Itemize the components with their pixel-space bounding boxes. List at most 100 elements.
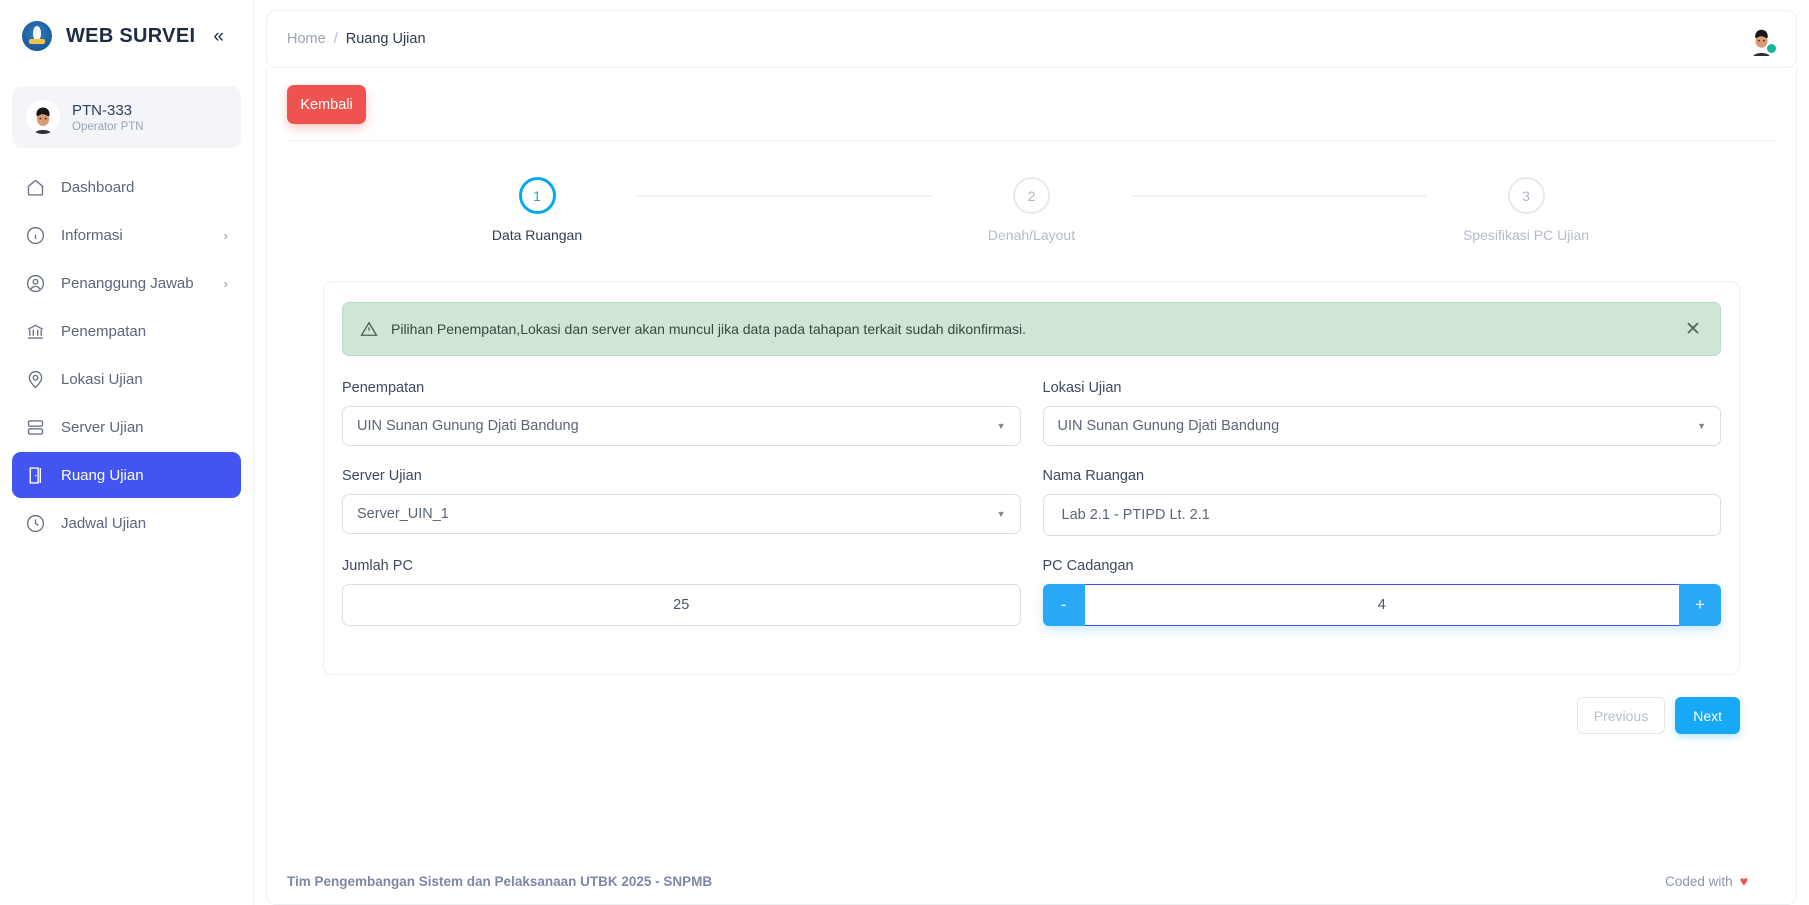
sidebar-item-ruang-ujian[interactable]: Ruang Ujian bbox=[12, 452, 241, 498]
chevron-down-icon: ▼ bbox=[1697, 420, 1706, 431]
profile-name: PTN-333 bbox=[72, 101, 133, 119]
sidebar-item-label: Dashboard bbox=[61, 178, 135, 196]
sidebar-item-label: Jadwal Ujian bbox=[61, 514, 147, 532]
step-number: 3 bbox=[1507, 177, 1545, 214]
sidebar-item-server-ujian[interactable]: Server Ujian bbox=[12, 404, 241, 450]
sidebar-item-label: Lokasi Ujian bbox=[61, 370, 143, 388]
bank-icon bbox=[25, 321, 46, 342]
field-label: Penempatan bbox=[342, 380, 425, 396]
app-logo-icon bbox=[22, 21, 52, 51]
brand-header: WEB SURVEI « bbox=[0, 0, 253, 72]
sidebar-item-label: Ruang Ujian bbox=[61, 466, 144, 484]
nama-ruangan-input[interactable]: Lab 2.1 - PTIPD Lt. 2.1 bbox=[1042, 494, 1721, 536]
door-icon bbox=[25, 465, 46, 486]
lokasi-ujian-select[interactable]: UIN Sunan Gunung Djati Bandung ▼ bbox=[1042, 406, 1721, 446]
nama-ruangan-value: Lab 2.1 - PTIPD Lt. 2.1 bbox=[1061, 507, 1210, 523]
jumlah-pc-input[interactable]: 25 bbox=[342, 584, 1021, 626]
main-content: Home / Ruang Ujian Kembali 1 Data Ruanga… bbox=[254, 0, 1809, 905]
field-label: PC Cadangan bbox=[1042, 558, 1134, 574]
next-button[interactable]: Next bbox=[1675, 697, 1740, 734]
sidebar: WEB SURVEI « PTN-333 Operator PTN Dashbo… bbox=[0, 0, 254, 905]
field-penempatan: Penempatan UIN Sunan Gunung Djati Bandun… bbox=[342, 380, 1021, 446]
chevron-down-icon: ▼ bbox=[996, 508, 1006, 519]
step-connector-1 bbox=[637, 195, 932, 197]
step-connector-2 bbox=[1131, 195, 1426, 197]
app-root: WEB SURVEI « PTN-333 Operator PTN Dashbo… bbox=[0, 0, 1809, 905]
previous-button[interactable]: Previous bbox=[1576, 697, 1666, 734]
breadcrumb-current: Ruang Ujian bbox=[345, 31, 426, 47]
clock-icon bbox=[25, 513, 46, 534]
footer-credit: Tim Pengembangan Sistem dan Pelaksanaan … bbox=[287, 873, 713, 889]
chevron-right-icon: › bbox=[223, 275, 228, 291]
field-label: Nama Ruangan bbox=[1042, 468, 1145, 484]
online-status-indicator bbox=[1767, 43, 1776, 53]
footer-coded-with: Coded with ♥ bbox=[1665, 873, 1748, 889]
wizard-stepper: 1 Data Ruangan 2 Denah/Layout 3 Spesifik… bbox=[437, 177, 1626, 243]
penempatan-value: UIN Sunan Gunung Djati Bandung bbox=[357, 418, 579, 434]
step-label: Spesifikasi PC Ujian bbox=[1462, 227, 1590, 243]
topbar-avatar[interactable] bbox=[1745, 22, 1778, 56]
sidebar-item-lokasi-ujian[interactable]: Lokasi Ujian bbox=[12, 356, 241, 402]
info-alert: Pilihan Penempatan,Lokasi dan server aka… bbox=[342, 302, 1721, 356]
chevron-down-icon: ▼ bbox=[996, 420, 1006, 431]
chevron-right-icon: › bbox=[223, 227, 228, 243]
step-label: Data Ruangan bbox=[491, 227, 583, 243]
field-jumlah-pc: Jumlah PC 25 bbox=[342, 558, 1021, 626]
sidebar-item-label: Server Ujian bbox=[61, 418, 144, 436]
wizard-nav-buttons: Previous Next bbox=[323, 697, 1740, 734]
pc-cadangan-value[interactable]: 4 bbox=[1084, 584, 1679, 626]
alert-message: Pilihan Penempatan,Lokasi dan server aka… bbox=[391, 321, 1027, 337]
field-label: Jumlah PC bbox=[342, 558, 413, 574]
profile-text: PTN-333 Operator PTN bbox=[72, 102, 144, 133]
field-server-ujian: Server Ujian Server_UIN_1 ▼ bbox=[342, 468, 1021, 536]
breadcrumb-separator: / bbox=[333, 31, 338, 47]
sidebar-item-penanggung-jawab[interactable]: Penanggung Jawab › bbox=[12, 260, 241, 306]
sidebar-item-label: Penanggung Jawab bbox=[61, 274, 194, 292]
topbar: Home / Ruang Ujian bbox=[266, 10, 1797, 68]
step-2-denah-layout[interactable]: 2 Denah/Layout bbox=[932, 177, 1132, 243]
jumlah-pc-value: 25 bbox=[673, 597, 690, 613]
sidebar-item-informasi[interactable]: Informasi › bbox=[12, 212, 241, 258]
field-label: Server Ujian bbox=[342, 468, 422, 484]
lokasi-ujian-value: UIN Sunan Gunung Djati Bandung bbox=[1057, 418, 1280, 434]
sidebar-profile-card[interactable]: PTN-333 Operator PTN bbox=[12, 86, 241, 148]
info-icon bbox=[25, 225, 46, 246]
heart-icon: ♥ bbox=[1739, 873, 1748, 889]
back-button[interactable]: Kembali bbox=[287, 85, 366, 124]
sidebar-nav: Dashboard Informasi › Penanggung Jawab › bbox=[0, 164, 253, 546]
sidebar-item-label: Informasi bbox=[61, 226, 123, 244]
step-number: 2 bbox=[1013, 177, 1050, 214]
brand-title: WEB SURVEI bbox=[66, 24, 196, 47]
user-circle-icon bbox=[25, 273, 46, 294]
server-ujian-value: Server_UIN_1 bbox=[357, 506, 449, 522]
page-panel: Kembali 1 Data Ruangan 2 Denah/Layout 3 … bbox=[266, 67, 1797, 905]
form-grid: Penempatan UIN Sunan Gunung Djati Bandun… bbox=[342, 380, 1721, 648]
avatar bbox=[26, 100, 60, 134]
server-icon bbox=[25, 417, 46, 438]
map-pin-icon bbox=[25, 369, 46, 390]
server-ujian-select[interactable]: Server_UIN_1 ▼ bbox=[342, 494, 1021, 534]
step-number: 1 bbox=[518, 177, 556, 214]
field-nama-ruangan: Nama Ruangan Lab 2.1 - PTIPD Lt. 2.1 bbox=[1042, 468, 1721, 536]
chevrons-left-icon[interactable]: « bbox=[213, 27, 224, 46]
pc-cadangan-increment-button[interactable]: + bbox=[1679, 584, 1721, 626]
sidebar-item-dashboard[interactable]: Dashboard bbox=[12, 164, 241, 210]
step-3-spesifikasi-pc-ujian[interactable]: 3 Spesifikasi PC Ujian bbox=[1426, 177, 1626, 243]
footer-coded-with-label: Coded with bbox=[1665, 873, 1733, 889]
close-icon[interactable]: ✕ bbox=[1682, 318, 1704, 340]
breadcrumb-home[interactable]: Home bbox=[287, 31, 326, 47]
pc-cadangan-decrement-button[interactable]: - bbox=[1042, 584, 1085, 626]
field-label: Lokasi Ujian bbox=[1042, 380, 1122, 396]
pc-cadangan-stepper: - 4 + bbox=[1042, 584, 1721, 626]
toolbar-divider bbox=[287, 140, 1776, 141]
step-1-data-ruangan[interactable]: 1 Data Ruangan bbox=[437, 177, 637, 243]
sidebar-item-jadwal-ujian[interactable]: Jadwal Ujian bbox=[12, 500, 241, 546]
sidebar-item-penempatan[interactable]: Penempatan bbox=[12, 308, 241, 354]
breadcrumb: Home / Ruang Ujian bbox=[287, 31, 426, 47]
profile-role: Operator PTN bbox=[72, 120, 144, 133]
field-pc-cadangan: PC Cadangan - 4 + bbox=[1042, 558, 1721, 626]
field-lokasi-ujian: Lokasi Ujian UIN Sunan Gunung Djati Band… bbox=[1042, 380, 1721, 446]
warning-triangle-icon bbox=[359, 319, 379, 339]
home-icon bbox=[25, 177, 46, 198]
penempatan-select[interactable]: UIN Sunan Gunung Djati Bandung ▼ bbox=[342, 406, 1021, 446]
